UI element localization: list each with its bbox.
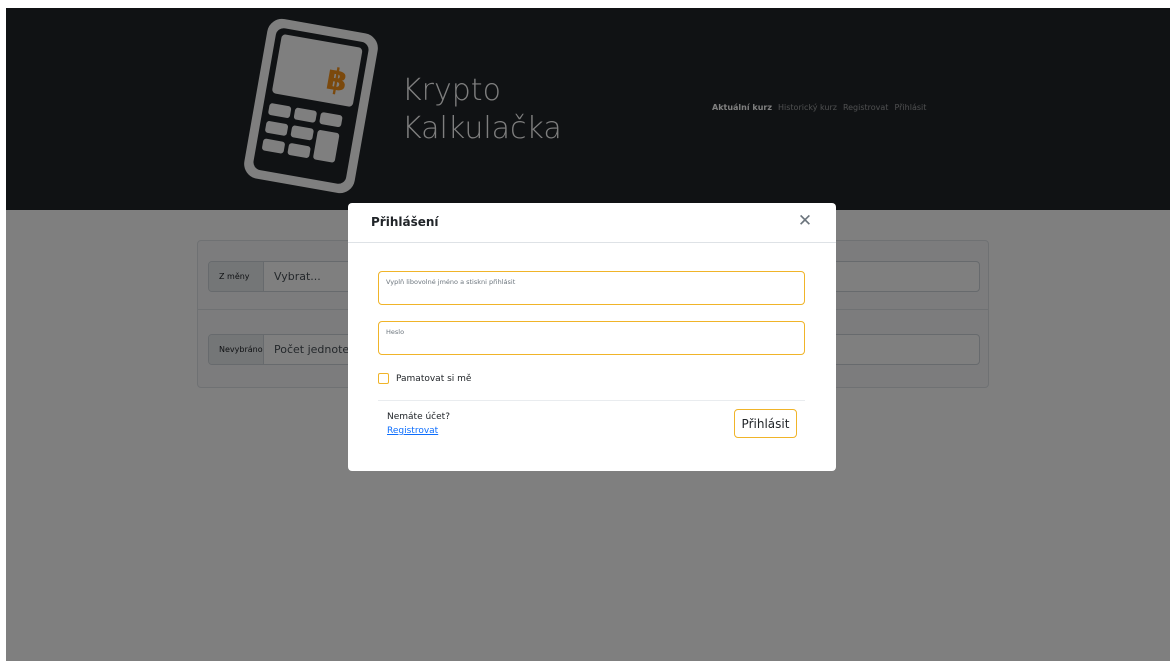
username-input[interactable] [385, 288, 795, 302]
password-field[interactable]: Heslo [378, 321, 805, 355]
register-link[interactable]: Registrovat [387, 426, 438, 436]
no-account-text: Nemáte účet? [387, 412, 450, 422]
remember-me[interactable]: Pamatovat si mě [378, 373, 471, 384]
password-label: Heslo [386, 328, 405, 336]
browser-viewport: ฿ Krypto Kalkulačka Aktuální kurz Histor… [6, 8, 1170, 661]
remember-me-label: Pamatovat si mě [396, 373, 472, 384]
username-label: Vyplň libovolné jméno a stiskni přihlási… [386, 278, 516, 286]
remember-me-checkbox[interactable] [378, 373, 389, 384]
close-icon[interactable]: ✕ [797, 213, 813, 230]
username-field[interactable]: Vyplň libovolné jméno a stiskni přihlási… [378, 271, 805, 305]
login-button[interactable]: Přihlásit [734, 409, 797, 438]
modal-title: Přihlášení [371, 215, 439, 229]
password-input[interactable] [385, 338, 795, 352]
login-modal: Přihlášení ✕ Vyplň libovolné jméno a sti… [348, 203, 836, 471]
modal-footer-divider [378, 400, 805, 401]
modal-header: Přihlášení ✕ [348, 203, 836, 243]
